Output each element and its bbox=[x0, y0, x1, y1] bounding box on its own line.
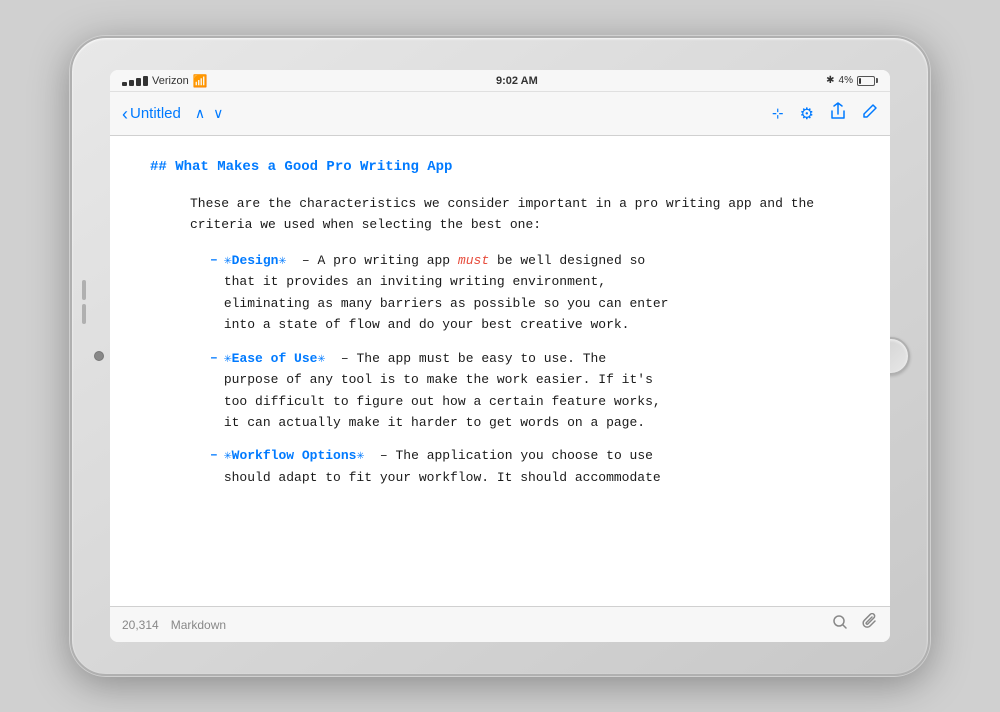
battery-icon bbox=[857, 76, 878, 86]
camera bbox=[94, 351, 104, 361]
screen-bezel: Verizon 📶 9:02 AM ✱ 4% bbox=[110, 70, 890, 642]
compose-icon[interactable] bbox=[862, 103, 878, 124]
nav-up-arrow[interactable]: ∧ bbox=[195, 105, 205, 122]
status-bar: Verizon 📶 9:02 AM ✱ 4% bbox=[110, 70, 890, 92]
bullet-dash-icon: – bbox=[210, 445, 218, 466]
back-chevron-icon: ‹ bbox=[122, 105, 128, 123]
bullet-dash-icon: – bbox=[210, 348, 218, 369]
nav-left: ‹ Untitled ∧ ∨ bbox=[122, 105, 223, 123]
share-icon[interactable] bbox=[830, 102, 846, 125]
nav-right: ⊹ ⚙ bbox=[772, 102, 878, 125]
intro-paragraph: These are the characteristics we conside… bbox=[150, 194, 850, 236]
volume-up bbox=[82, 280, 86, 300]
bullet-content: ✳Workflow Options✳ – The application you… bbox=[224, 445, 661, 488]
bluetooth-icon: ✱ bbox=[826, 75, 834, 86]
keyword-ease-of-use: Ease of Use bbox=[232, 351, 318, 366]
bottom-right bbox=[832, 613, 878, 636]
ipad-device: Verizon 📶 9:02 AM ✱ 4% bbox=[70, 36, 930, 676]
nav-down-arrow[interactable]: ∨ bbox=[213, 105, 223, 122]
volume-buttons bbox=[82, 280, 86, 324]
editor-mode: Markdown bbox=[171, 618, 226, 632]
content-area: ## What Makes a Good Pro Writing App The… bbox=[110, 136, 890, 606]
list-item: – ✳Workflow Options✳ – The application y… bbox=[210, 445, 850, 488]
keyword-design: Design bbox=[232, 253, 279, 268]
bottom-bar: 20,314 Markdown bbox=[110, 606, 890, 642]
status-right: ✱ 4% bbox=[826, 75, 878, 86]
paperclip-icon[interactable] bbox=[862, 613, 878, 636]
pointer-icon[interactable]: ⊹ bbox=[772, 105, 784, 122]
back-label: Untitled bbox=[130, 105, 181, 122]
bullet-content: ✳Design✳ – A pro writing app must be wel… bbox=[224, 250, 669, 336]
word-count: 20,314 bbox=[122, 618, 159, 632]
list-item: – ✳Ease of Use✳ – The app must be easy t… bbox=[210, 348, 850, 434]
status-left: Verizon 📶 bbox=[122, 74, 208, 88]
list-item: – ✳Design✳ – A pro writing app must be w… bbox=[210, 250, 850, 336]
ipad-screen: Verizon 📶 9:02 AM ✱ 4% bbox=[110, 70, 890, 642]
keyword-workflow-options: Workflow Options bbox=[232, 448, 357, 463]
battery-percent: 4% bbox=[839, 75, 853, 86]
bullet-content: ✳Ease of Use✳ – The app must be easy to … bbox=[224, 348, 661, 434]
document-heading: ## What Makes a Good Pro Writing App bbox=[150, 156, 850, 178]
heading-text: ## What Makes a Good Pro Writing App bbox=[150, 159, 452, 175]
search-icon[interactable] bbox=[832, 614, 848, 635]
volume-down bbox=[82, 304, 86, 324]
nav-arrows: ∧ ∨ bbox=[195, 105, 224, 122]
signal-icon bbox=[122, 76, 148, 86]
status-time: 9:02 AM bbox=[496, 75, 538, 87]
emphasis-must: must bbox=[458, 253, 489, 268]
bottom-left: 20,314 Markdown bbox=[122, 618, 226, 632]
wifi-icon: 📶 bbox=[193, 74, 208, 88]
settings-icon[interactable]: ⚙ bbox=[800, 104, 814, 124]
bullet-dash-icon: – bbox=[210, 250, 218, 271]
intro-text: These are the characteristics we conside… bbox=[190, 196, 814, 232]
bullet-list: – ✳Design✳ – A pro writing app must be w… bbox=[150, 250, 850, 488]
back-button[interactable]: ‹ Untitled bbox=[122, 105, 181, 123]
carrier-label: Verizon bbox=[152, 75, 189, 87]
nav-bar: ‹ Untitled ∧ ∨ ⊹ ⚙ bbox=[110, 92, 890, 136]
